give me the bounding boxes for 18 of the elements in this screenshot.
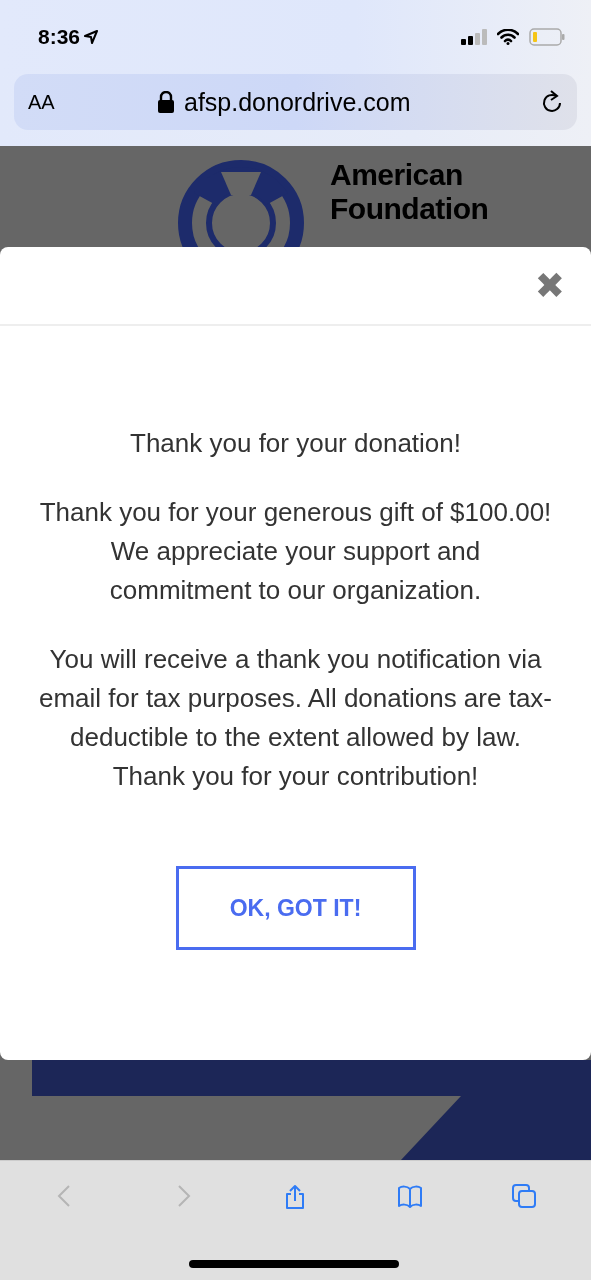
- close-button[interactable]: ✖: [534, 267, 565, 304]
- message-paragraph: You will receive a thank you notification via email for tax purposes. All donations are tax-deductible to the extent allowed by law. Thank you for your contribution!: [37, 643, 553, 793]
- wifi-icon: [497, 29, 519, 45]
- tabs-icon[interactable]: [510, 1183, 537, 1209]
- url-text[interactable]: afsp.donordrive.com: [184, 87, 411, 117]
- open-book-icon[interactable]: [396, 1183, 423, 1209]
- logo-text: Foundation: [330, 192, 489, 226]
- lock-icon: [158, 91, 174, 113]
- signal-icon: [461, 29, 487, 45]
- text-size-button[interactable]: AA: [28, 90, 158, 114]
- clock-time: 8:36: [38, 25, 81, 49]
- message-paragraph: Thank you for your generous gift of $100.00! We appreciate your support and commitment to our organization.: [38, 496, 553, 607]
- logo-text: American: [330, 158, 464, 192]
- reload-icon[interactable]: [541, 90, 563, 114]
- modal-title: Thank you for your donation!: [130, 427, 461, 460]
- ok-button[interactable]: OK, GOT IT!: [175, 866, 416, 950]
- battery-icon: [529, 28, 565, 46]
- location-arrow-icon: [84, 30, 99, 44]
